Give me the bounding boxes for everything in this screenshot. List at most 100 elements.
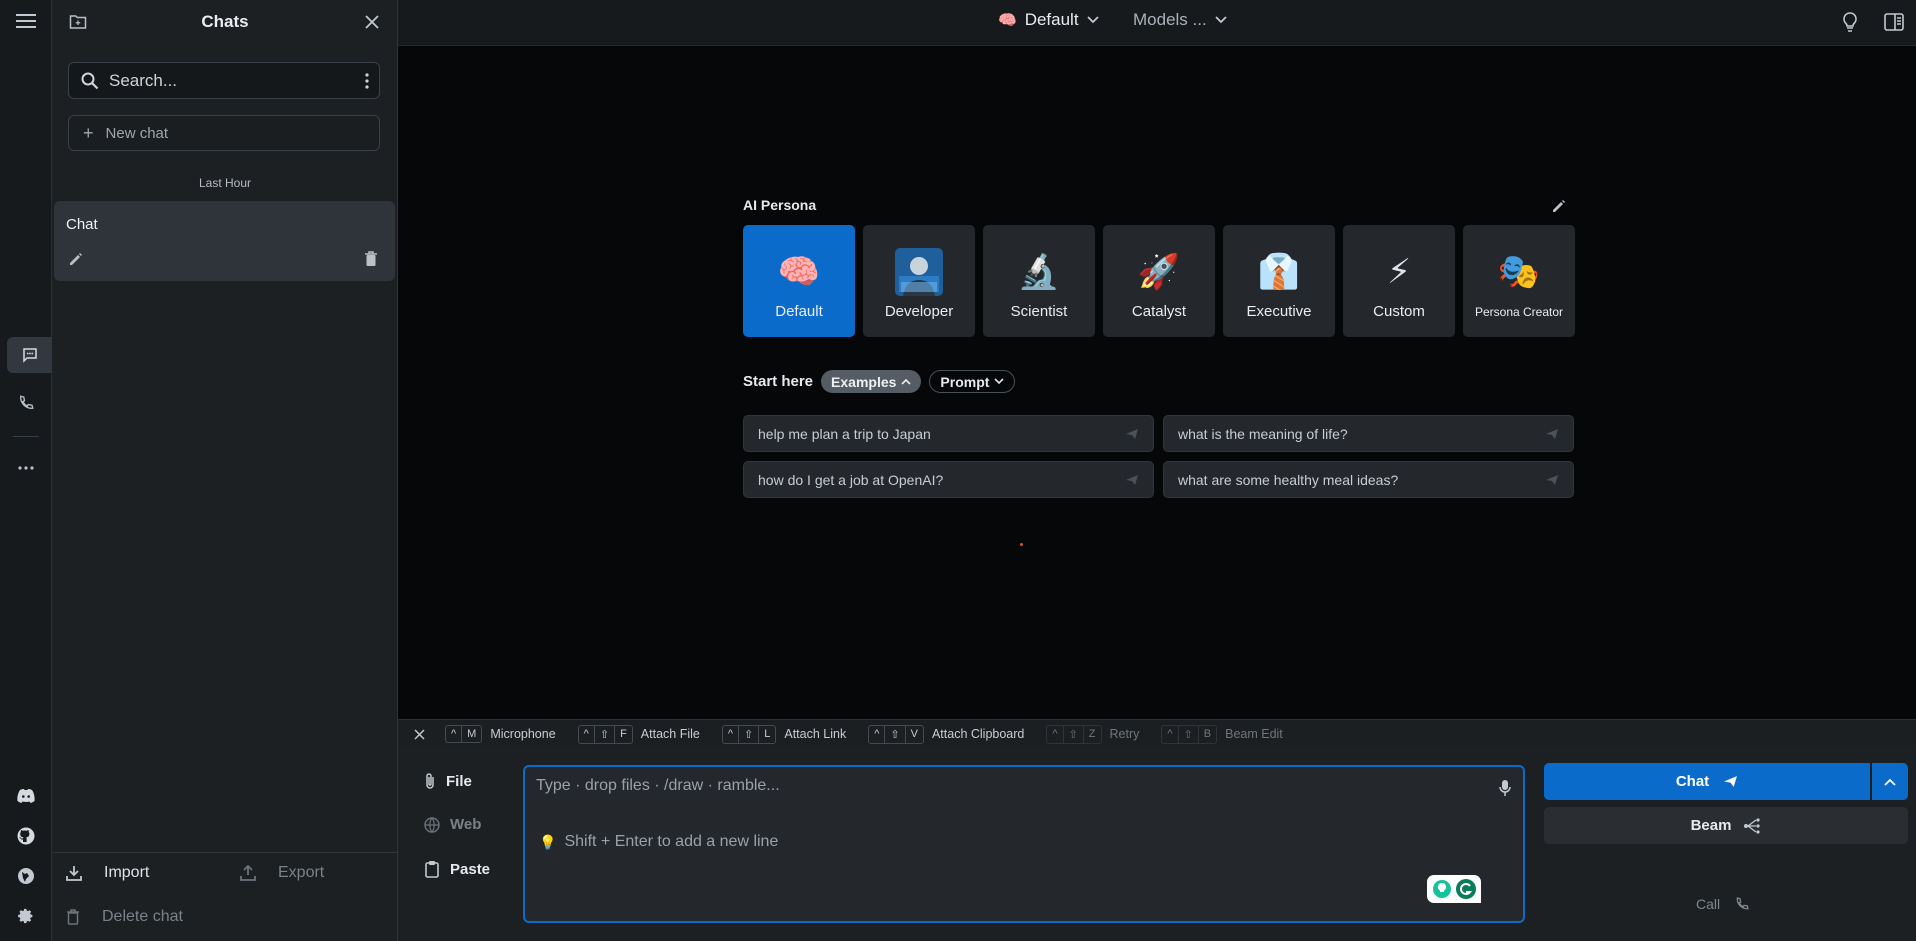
persona-developer[interactable]: Developer — [863, 225, 975, 337]
shortcut-microphone[interactable]: ^ M Microphone — [445, 725, 556, 743]
send-icon — [1126, 474, 1138, 485]
prompt-chip[interactable]: Prompt — [929, 370, 1016, 393]
import-button[interactable]: Import — [66, 864, 149, 882]
example-prompt[interactable]: what is the meaning of life? — [1163, 415, 1574, 452]
chat-item-title: Chat — [66, 216, 98, 233]
shortcut-label: Attach Link — [784, 727, 847, 741]
prompt-chip-label: Prompt — [940, 373, 990, 390]
chevron-down-icon — [1215, 16, 1227, 24]
discord-icon[interactable] — [8, 778, 44, 814]
sidebar-title: Chats — [201, 12, 249, 31]
shortcut-label: Microphone — [490, 727, 556, 741]
example-prompt[interactable]: how do I get a job at OpenAI? — [743, 461, 1154, 498]
import-icon — [66, 866, 82, 881]
menu-icon[interactable] — [8, 3, 44, 39]
call-button[interactable]: Call — [1696, 896, 1750, 912]
delete-icon — [67, 909, 79, 925]
persona-scientist[interactable]: 🔬 Scientist — [983, 225, 1095, 337]
beam-button-label: Beam — [1690, 817, 1732, 834]
chat-nav-icon[interactable] — [7, 337, 52, 373]
lightbulb-hint-icon: 💡 — [539, 833, 557, 850]
folder-icon[interactable] — [66, 10, 90, 34]
persona-label: Persona Creator — [1474, 305, 1564, 319]
call-nav-icon[interactable] — [8, 385, 44, 421]
beam-button[interactable]: Beam — [1544, 807, 1908, 844]
chat-send-button[interactable]: Chat — [1544, 763, 1870, 800]
shortcut-keys: ^ ⇧ L — [721, 724, 777, 744]
models-selector[interactable]: Models ... — [1125, 10, 1227, 30]
message-placeholder: Type · drop files · /draw · ramble... — [536, 777, 780, 794]
search-icon — [81, 72, 99, 89]
message-input[interactable]: Type · drop files · /draw · ramble... 💡 … — [523, 765, 1525, 923]
developer-avatar-icon — [895, 248, 943, 296]
rail-divider — [13, 436, 39, 437]
edit-pencil-icon[interactable] — [68, 251, 84, 267]
persona-default[interactable]: 🧠 Default — [743, 225, 855, 337]
shortcut-beam-edit[interactable]: ^ ⇧ B Beam Edit — [1161, 724, 1283, 744]
search-options-icon[interactable] — [365, 73, 369, 89]
web-button[interactable]: Web — [424, 816, 481, 833]
shortcut-attach-link[interactable]: ^ ⇧ L Attach Link — [721, 724, 847, 744]
persona-label: Executive — [1246, 303, 1312, 320]
microphone-icon[interactable] — [1499, 779, 1511, 797]
export-label: Export — [278, 864, 325, 881]
shortcut-label: Attach Clipboard — [931, 727, 1025, 741]
group-label: Last Hour — [198, 176, 252, 190]
grammarly-bulb-icon — [1432, 880, 1451, 898]
example-prompt[interactable]: help me plan a trip to Japan — [743, 415, 1154, 452]
shortcut-bar: ^ M Microphone ^ ⇧ F Attach File ^ ⇧ L Attach… — [398, 719, 1916, 748]
persona-catalyst[interactable]: 🚀 Catalyst — [1103, 225, 1215, 337]
suit-icon: 👔 — [1257, 253, 1301, 291]
export-button[interactable]: Export — [240, 864, 324, 882]
persona-label: Custom — [1373, 303, 1425, 320]
shortcut-label: Beam Edit — [1225, 727, 1283, 741]
microscope-icon: 🔬 — [1017, 253, 1061, 291]
examples-chip[interactable]: Examples — [821, 370, 922, 393]
edit-personas-icon[interactable] — [1549, 196, 1569, 216]
shortcut-keys: ^ ⇧ Z — [1046, 724, 1102, 744]
search-input[interactable]: Search... — [109, 71, 177, 91]
trash-icon[interactable] — [364, 251, 378, 267]
github-icon[interactable] — [8, 818, 44, 854]
attach-file-button[interactable]: File — [424, 772, 472, 790]
persona-selector[interactable]: 🧠 Default — [998, 10, 1099, 30]
persona-creator[interactable]: 🎭 Persona Creator — [1463, 225, 1575, 337]
web-label: Web — [450, 816, 482, 833]
persona-custom[interactable]: ⚡ Custom — [1343, 225, 1455, 337]
example-text: what are some healthy meal ideas? — [1178, 471, 1399, 488]
delete-chat-button[interactable]: Delete chat — [66, 908, 183, 926]
example-text: how do I get a job at OpenAI? — [758, 471, 944, 488]
beam-branch-icon — [1744, 817, 1761, 834]
settings-gear-icon[interactable] — [8, 898, 44, 934]
shortcut-attach-clipboard[interactable]: ^ ⇧ V Attach Clipboard — [868, 724, 1025, 744]
sidebar-header: Chats — [52, 0, 398, 44]
lightbulb-icon[interactable] — [1838, 10, 1862, 34]
chat-options-button[interactable] — [1872, 763, 1908, 800]
panel-toggle-icon[interactable] — [1882, 10, 1906, 34]
grammarly-widget[interactable] — [1427, 875, 1481, 903]
persona-executive[interactable]: 👔 Executive — [1223, 225, 1335, 337]
close-sidebar-icon[interactable] — [360, 10, 384, 34]
close-shortcuts-icon[interactable] — [414, 728, 425, 740]
start-here-row: Start here Examples Prompt — [743, 370, 1023, 393]
chevron-down-icon — [1086, 16, 1099, 24]
search-box[interactable]: Search... — [68, 62, 380, 99]
new-chat-button[interactable]: + New chat — [68, 115, 380, 151]
web-globe-icon — [424, 816, 440, 833]
chevron-up-icon — [1884, 778, 1896, 786]
shortcut-retry[interactable]: ^ ⇧ Z Retry — [1046, 724, 1139, 744]
example-prompt[interactable]: what are some healthy meal ideas? — [1163, 461, 1574, 498]
send-icon — [1724, 776, 1738, 787]
composer: File Web Paste Type · drop files · /draw… — [398, 748, 1916, 941]
more-icon[interactable] — [8, 450, 44, 486]
sidebar-footer: Import Export Delete chat — [52, 852, 398, 941]
brain-icon: 🧠 — [998, 12, 1017, 29]
chat-list-item[interactable]: Chat — [54, 201, 395, 281]
examples-chip-label: Examples — [831, 373, 897, 390]
shortcut-attach-file[interactable]: ^ ⇧ F Attach File — [577, 724, 700, 744]
send-icon — [1546, 474, 1558, 485]
globe-icon[interactable] — [8, 858, 44, 894]
lightning-icon: ⚡ — [1387, 253, 1411, 291]
paste-button[interactable]: Paste — [424, 860, 490, 878]
new-chat-label: New chat — [105, 124, 169, 142]
